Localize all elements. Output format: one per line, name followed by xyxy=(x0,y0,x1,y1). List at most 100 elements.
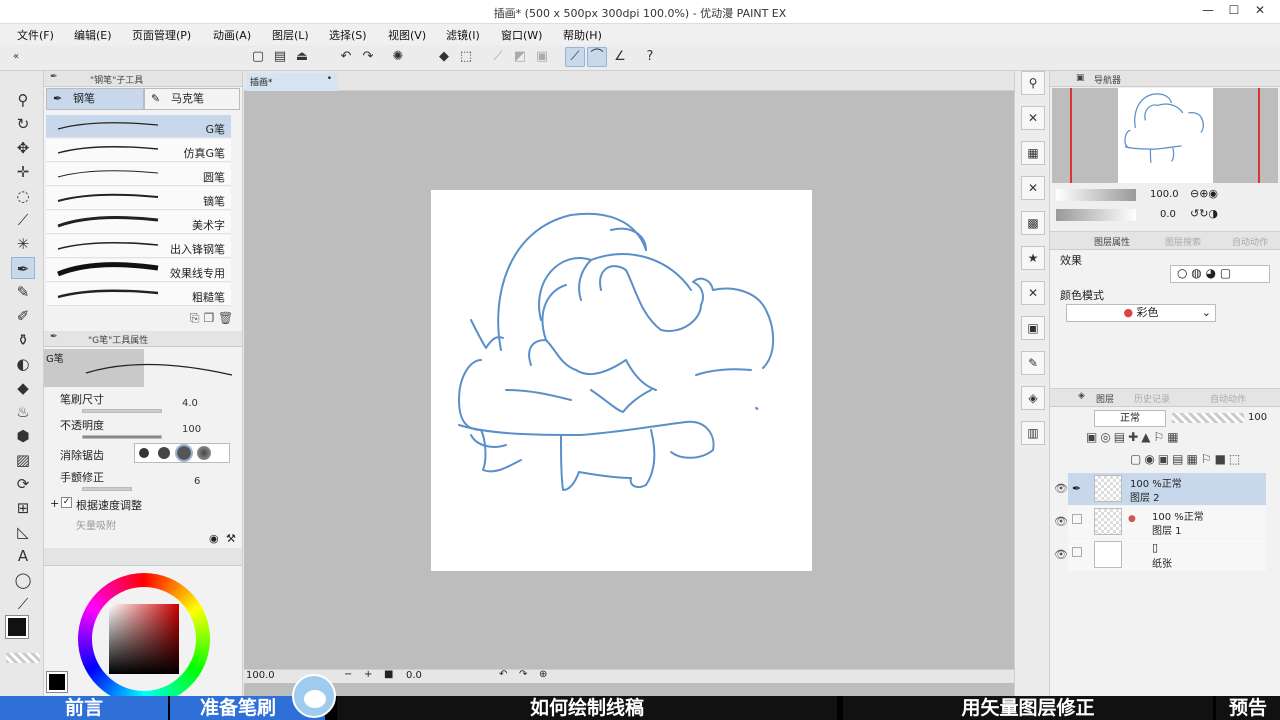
layer-tools-row1[interactable]: ▣◎▤✚▲⚐▦ xyxy=(1086,430,1182,444)
layer-lock-box[interactable] xyxy=(1072,514,1082,524)
zoom-icon[interactable]: ⚲ xyxy=(11,89,35,111)
layer-opacity[interactable]: 100 xyxy=(1248,412,1267,423)
tool-settings-icon[interactable]: ◉ xyxy=(209,532,219,545)
layer-row[interactable]: 👁 ✒ 100 %正常 图层 2 xyxy=(1054,473,1266,505)
edit-icon[interactable]: ✎ xyxy=(1021,351,1045,375)
snap-ruler-icon[interactable]: ⟋ xyxy=(488,47,508,67)
frame-icon[interactable]: ⊞ xyxy=(11,497,35,519)
pencil-icon[interactable]: ✎ xyxy=(11,281,35,303)
chapter-draw-lineart[interactable]: 如何绘制线稿 xyxy=(337,696,837,720)
menu-layer[interactable]: 图层(L) xyxy=(272,27,309,43)
chapter-vector-fix[interactable]: 用矢量图层修正 xyxy=(843,696,1213,720)
fill-bucket-icon[interactable]: ⬢ xyxy=(11,425,35,447)
copy-icon[interactable]: ⎘ xyxy=(190,311,200,325)
rotate-left-icon[interactable]: ↶ xyxy=(499,669,507,680)
tab-layer-search[interactable]: 图层搜索 xyxy=(1165,235,1201,248)
close-panel-icon[interactable]: ✕ xyxy=(1021,106,1045,130)
opacity-slider[interactable] xyxy=(1172,413,1244,423)
brush-item[interactable]: G笔 xyxy=(46,115,231,138)
opacity-value[interactable]: 100 xyxy=(182,424,201,435)
close-button[interactable]: ✕ xyxy=(1248,3,1272,21)
eyedropper-icon[interactable]: ⟋ xyxy=(11,209,35,231)
sparkle-icon[interactable]: ✳ xyxy=(11,233,35,255)
antialias-selector[interactable] xyxy=(134,443,230,463)
book-icon[interactable]: ▥ xyxy=(1021,421,1045,445)
open-file-icon[interactable]: ▤ xyxy=(270,47,290,67)
text-icon[interactable]: A xyxy=(11,545,35,567)
brush-item[interactable]: 圆笔 xyxy=(46,163,231,186)
snap-special-icon[interactable]: ◩ xyxy=(510,47,530,67)
frame-icon[interactable]: ▣ xyxy=(1021,316,1045,340)
brush-size-slider[interactable] xyxy=(82,409,162,413)
document-tab[interactable]: 插画* • xyxy=(246,73,338,91)
current-color[interactable] xyxy=(46,671,68,693)
snap-grid-icon[interactable]: ▣ xyxy=(532,47,552,67)
maximize-button[interactable]: ☐ xyxy=(1222,3,1246,21)
eye-icon[interactable]: 👁 xyxy=(1054,548,1068,561)
redo-icon[interactable]: ↷ xyxy=(358,47,378,67)
opacity-slider[interactable] xyxy=(82,435,162,439)
speed-checkbox[interactable]: ✓ xyxy=(61,497,72,508)
navigator-zoom-buttons[interactable]: ⊖⊕◉ xyxy=(1190,187,1218,200)
color-mode-select[interactable]: ● 彩色 ⌄ xyxy=(1066,304,1216,322)
close-panel-icon[interactable]: ✕ xyxy=(1021,176,1045,200)
line-correct-icon[interactable]: ⟋ xyxy=(11,593,35,615)
rotate-icon[interactable]: ↻ xyxy=(11,113,35,135)
brush-item[interactable]: 粗糙笔 xyxy=(46,283,231,306)
expand-icon[interactable]: + xyxy=(50,497,59,510)
cube-icon[interactable]: ◈ xyxy=(1021,386,1045,410)
blend-icon[interactable]: ♨ xyxy=(11,401,35,423)
navigator-rotate-buttons[interactable]: ↺↻◑ xyxy=(1190,207,1218,220)
brush-item[interactable]: 仿真G笔 xyxy=(46,139,231,162)
brush-item[interactable]: 出入锋钢笔 xyxy=(46,235,231,258)
chapter-preface[interactable]: 前言 xyxy=(0,696,168,720)
line-icon[interactable]: ∠ xyxy=(610,47,630,67)
fit-icon[interactable]: ■ xyxy=(384,669,393,680)
antialias-medium[interactable] xyxy=(175,444,193,462)
move-icon[interactable]: ✛ xyxy=(11,161,35,183)
menu-file[interactable]: 文件(F) xyxy=(17,27,54,43)
antialias-weak[interactable] xyxy=(158,447,170,459)
menu-view[interactable]: 视图(V) xyxy=(388,27,426,43)
effect-buttons[interactable]: ○ ◍ ◕ ▢ xyxy=(1170,265,1270,283)
loading-icon[interactable]: ✺ xyxy=(388,47,408,67)
decoration-icon[interactable]: ◐ xyxy=(11,353,35,375)
save-icon[interactable]: ⏏ xyxy=(292,47,312,67)
figure-icon[interactable]: ⟳ xyxy=(11,473,35,495)
eye-icon[interactable]: 👁 xyxy=(1054,482,1068,495)
zoom-readout[interactable]: 100.0 xyxy=(246,670,275,681)
brush-item[interactable]: 美术字 xyxy=(46,211,231,234)
zoom-slider[interactable] xyxy=(1056,189,1136,201)
close-panel-icon[interactable]: ✕ xyxy=(1021,281,1045,305)
transform-icon[interactable]: ⬚ xyxy=(456,47,476,67)
brush-item[interactable]: 镝笔 xyxy=(46,187,231,210)
balloon-icon[interactable]: ◯ xyxy=(11,569,35,591)
layer-row[interactable]: 👁 ● 100 %正常 图层 1 xyxy=(1054,506,1266,538)
main-color-swatch[interactable] xyxy=(5,615,29,639)
stabilize-slider[interactable] xyxy=(82,487,132,491)
gradient-icon[interactable]: ▨ xyxy=(11,449,35,471)
menu-page[interactable]: 页面管理(P) xyxy=(132,27,191,43)
navigator-zoom[interactable]: 100.0 xyxy=(1150,189,1179,200)
layer-tools-row2[interactable]: ▢◉▣▤▦⚐■⬚ xyxy=(1130,452,1243,466)
eraser-icon[interactable]: ◆ xyxy=(11,377,35,399)
layer-move-icon[interactable]: ✥ xyxy=(11,137,35,159)
antialias-strong[interactable] xyxy=(197,446,211,460)
ruler-icon[interactable]: ◺ xyxy=(11,521,35,543)
duplicate-icon[interactable]: ❐ xyxy=(203,311,214,325)
tab-marker[interactable]: ✎ 马克笔 xyxy=(144,88,240,110)
delete-icon[interactable]: 🗑 xyxy=(218,311,233,325)
pen-layer-icon[interactable]: ✒ xyxy=(1072,482,1081,495)
airbrush-icon[interactable]: ⚱ xyxy=(11,329,35,351)
grid-icon[interactable]: ▩ xyxy=(1021,211,1045,235)
tab-layer-property[interactable]: 图层属性 xyxy=(1094,235,1130,248)
menu-help[interactable]: 帮助(H) xyxy=(563,27,602,43)
brush-icon[interactable]: ✐ xyxy=(11,305,35,327)
layer-row[interactable]: 👁 ▯ 纸张 xyxy=(1054,539,1266,571)
rotate-slider[interactable] xyxy=(1056,209,1136,221)
help-icon[interactable]: ? xyxy=(640,47,660,67)
tab-auto-action[interactable]: 自动动作 xyxy=(1210,392,1246,405)
tab-layers[interactable]: 图层 xyxy=(1096,392,1114,405)
undo-icon[interactable]: ↶ xyxy=(336,47,356,67)
search-icon[interactable]: ⚲ xyxy=(1021,71,1045,95)
